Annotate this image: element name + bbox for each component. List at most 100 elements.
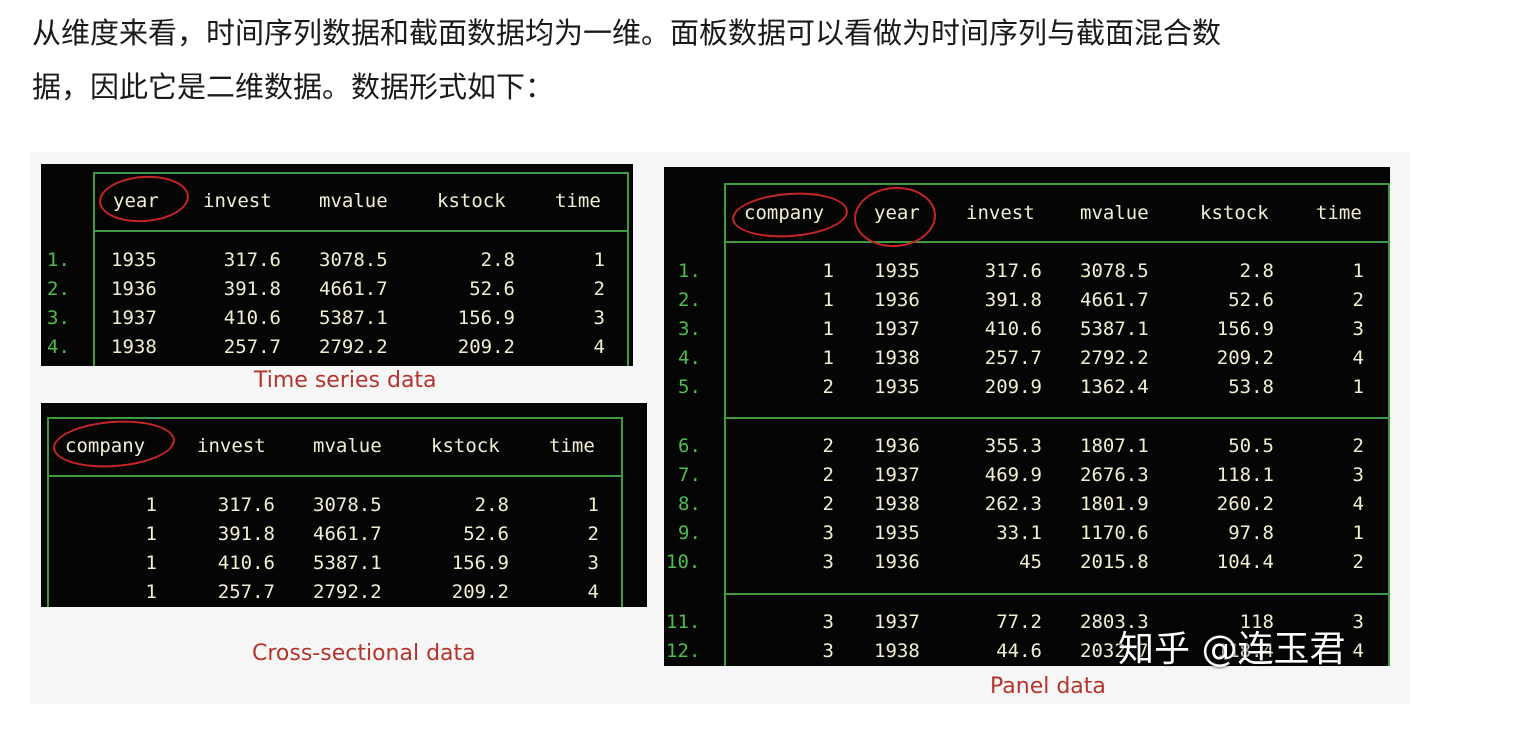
cell: 4661.7	[319, 278, 388, 300]
intro-line-1: 从维度来看，时间序列数据和截面数据均为一维。面板数据可以看做为时间序列与截面混合…	[32, 16, 1222, 50]
cell: 4	[587, 581, 599, 603]
cell: 1935	[874, 260, 920, 282]
cell: 2	[822, 464, 834, 486]
cell: 1938	[874, 640, 920, 662]
panel-header-invest: invest	[966, 202, 1035, 224]
cell: 4	[1352, 347, 1364, 369]
table-row: 1 317.6 3078.5 2.8 1	[41, 490, 647, 520]
row-index: 2.	[47, 278, 70, 300]
cell: 4	[1352, 640, 1364, 662]
cell: 1801.9	[1080, 493, 1149, 515]
row-index: 6.	[678, 435, 701, 457]
cell: 317.6	[984, 260, 1042, 282]
cell: 257.7	[217, 581, 275, 603]
cell: 391.8	[223, 278, 281, 300]
table-row: 1 410.6 5387.1 156.9 3	[41, 548, 647, 578]
cell: 3	[587, 552, 599, 574]
cell: 53.8	[1228, 376, 1274, 398]
cell: 1936	[874, 435, 920, 457]
cell: 2.8	[480, 249, 515, 271]
cell: 33.1	[996, 522, 1042, 544]
ts-header-time: time	[555, 190, 601, 212]
cell: 2	[822, 435, 834, 457]
cell: 1	[145, 523, 157, 545]
cell: 1936	[874, 551, 920, 573]
cell: 2	[822, 493, 834, 515]
cell: 2.8	[474, 494, 509, 516]
row-index: 3.	[47, 307, 70, 329]
cell: 118.1	[1216, 464, 1274, 486]
cell: 209.2	[457, 336, 515, 358]
row-index: 5.	[678, 376, 701, 398]
row-index: 10.	[666, 551, 701, 573]
cell: 1938	[874, 493, 920, 515]
cell: 317.6	[217, 494, 275, 516]
cell: 3	[1352, 318, 1364, 340]
cs-header-time: time	[549, 435, 595, 457]
cell: 4	[1352, 493, 1364, 515]
cell: 1362.4	[1080, 376, 1149, 398]
cs-header-invest: invest	[197, 435, 266, 457]
row-index: 4.	[678, 347, 701, 369]
ts-header-kstock: kstock	[437, 190, 506, 212]
cell: 355.3	[984, 435, 1042, 457]
cell: 1	[145, 494, 157, 516]
cell: 2	[822, 376, 834, 398]
cell: 2	[1352, 435, 1364, 457]
row-index: 1.	[678, 260, 701, 282]
cell: 156.9	[1216, 318, 1274, 340]
cell: 1	[822, 260, 834, 282]
cs-header-mvalue: mvalue	[313, 435, 382, 457]
cell: 2	[1352, 551, 1364, 573]
cell: 3	[822, 522, 834, 544]
panel-table: company year invest mvalue kstock time 1…	[664, 167, 1390, 666]
cell: 1935	[111, 249, 157, 271]
row-index: 9.	[678, 522, 701, 544]
row-index: 4.	[47, 336, 70, 358]
table-row: 4. 1 1938 257.7 2792.2 209.2 4	[664, 343, 1390, 373]
cell: 45	[1019, 551, 1042, 573]
cell: 2676.3	[1080, 464, 1149, 486]
cell: 1	[593, 249, 605, 271]
cell: 257.7	[223, 336, 281, 358]
cell: 1936	[111, 278, 157, 300]
cell: 1937	[874, 464, 920, 486]
cell: 52.6	[1228, 289, 1274, 311]
table-row: 4. 1938 257.7 2792.2 209.2 4	[41, 332, 633, 362]
cell: 3	[822, 640, 834, 662]
row-index: 3.	[678, 318, 701, 340]
row-index: 11.	[666, 611, 701, 633]
cell: 2792.2	[1080, 347, 1149, 369]
time-series-caption: Time series data	[254, 368, 437, 393]
cell: 3	[1352, 611, 1364, 633]
cell: 1938	[874, 347, 920, 369]
table-row: 3. 1 1937 410.6 5387.1 156.9 3	[664, 314, 1390, 344]
table-row: 9. 3 1935 33.1 1170.6 97.8 1	[664, 518, 1390, 548]
cell: 410.6	[223, 307, 281, 329]
cell: 1	[1352, 260, 1364, 282]
cell: 1937	[111, 307, 157, 329]
cell: 104.4	[1216, 551, 1274, 573]
cell: 317.6	[223, 249, 281, 271]
cell: 410.6	[984, 318, 1042, 340]
cell: 3	[822, 551, 834, 573]
table-row: 1. 1935 317.6 3078.5 2.8 1	[41, 245, 633, 275]
panel-header-kstock: kstock	[1200, 202, 1269, 224]
cell: 2792.2	[313, 581, 382, 603]
row-index: 8.	[678, 493, 701, 515]
cell: 5387.1	[1080, 318, 1149, 340]
cell: 2	[593, 278, 605, 300]
table-row: 7. 2 1937 469.9 2676.3 118.1 3	[664, 460, 1390, 490]
cell: 3	[822, 611, 834, 633]
cell: 1938	[111, 336, 157, 358]
cross-section-caption: Cross-sectional data	[252, 641, 476, 666]
table-row: 3. 1937 410.6 5387.1 156.9 3	[41, 303, 633, 333]
cell: 52.6	[463, 523, 509, 545]
cell: 5387.1	[313, 552, 382, 574]
cell: 4	[593, 336, 605, 358]
cell: 1807.1	[1080, 435, 1149, 457]
cell: 3078.5	[313, 494, 382, 516]
cell: 1937	[874, 611, 920, 633]
time-series-table: year invest mvalue kstock time 1. 1935 3…	[41, 164, 633, 366]
cell: 1	[822, 347, 834, 369]
